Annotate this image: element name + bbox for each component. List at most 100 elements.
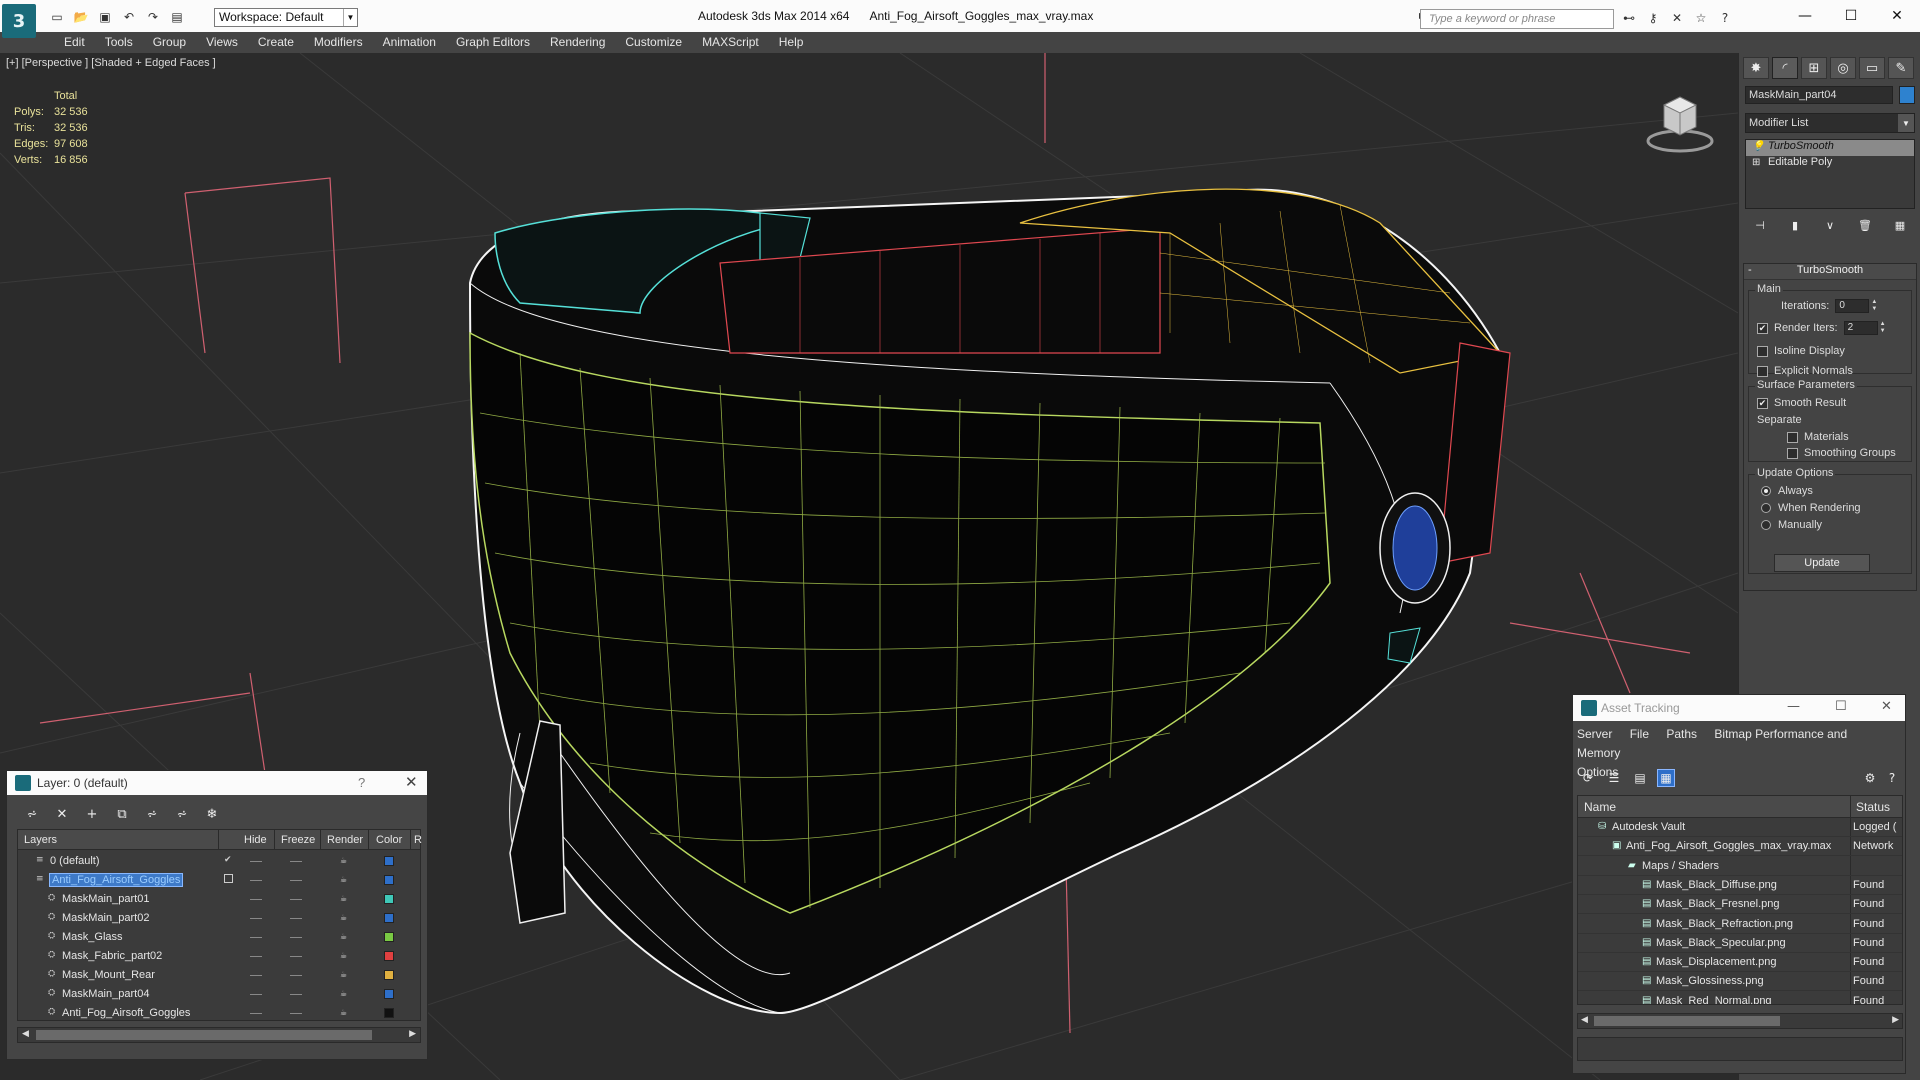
object-name-field[interactable]: MaskMain_part04	[1745, 86, 1893, 104]
freeze-toggle[interactable]	[290, 956, 302, 957]
scroll-left-icon[interactable]: ◀	[22, 1028, 29, 1039]
exchange-icon[interactable]: ✕	[1668, 10, 1686, 26]
menu-maxscript[interactable]: MAXScript	[692, 32, 769, 53]
pin-stack-icon[interactable]: ⊣	[1751, 216, 1769, 234]
create-layer-icon[interactable]: ⩫	[23, 805, 41, 823]
asset-row[interactable]: ▤ Mask_Displacement.png Found	[1578, 953, 1902, 973]
layer-color-swatch[interactable]	[384, 989, 394, 999]
menu-tools[interactable]: Tools	[95, 32, 143, 53]
render-iters-input[interactable]: 2	[1843, 321, 1878, 335]
layer-color-swatch[interactable]	[384, 1008, 394, 1018]
workspace-dropdown[interactable]: Workspace: Default ▼	[214, 8, 358, 27]
add-to-layer-icon[interactable]: +	[83, 805, 101, 823]
layer-name[interactable]: Anti_Fog_Airsoft_Goggles	[48, 873, 184, 887]
asset-menu-bitmap[interactable]: Bitmap Performance and Memory	[1577, 727, 1847, 760]
hide-toggle[interactable]	[250, 975, 262, 976]
column-render[interactable]: Render	[327, 834, 363, 846]
scrollbar-thumb[interactable]	[1594, 1016, 1780, 1026]
hide-toggle[interactable]	[250, 861, 262, 862]
explicit-normals-checkbox[interactable]	[1757, 365, 1768, 377]
layer-color-swatch[interactable]	[384, 913, 394, 923]
vault-options-icon[interactable]: ⚙	[1861, 769, 1879, 787]
spinner-icon[interactable]: ▲ ▼	[1880, 321, 1888, 335]
asset-name[interactable]: Mask_Black_Diffuse.png	[1656, 879, 1777, 891]
asset-dialog-titlebar[interactable]: Asset Tracking — ☐ ✕	[1573, 695, 1905, 721]
column-hide[interactable]: Hide	[244, 834, 267, 846]
close-icon[interactable]: ✕	[1881, 699, 1892, 714]
layer-color-swatch[interactable]	[384, 875, 394, 885]
column-r[interactable]: R	[414, 834, 422, 846]
render-teapot-icon[interactable]: ☕	[340, 894, 350, 903]
asset-row[interactable]: ▤ Mask_Black_Fresnel.png Found	[1578, 895, 1902, 915]
hide-toggle[interactable]	[250, 937, 262, 938]
render-teapot-icon[interactable]: ☕	[340, 970, 350, 979]
layer-row[interactable]: ⛭ Mask_Fabric_part02 ☕	[18, 947, 418, 966]
menu-graph-editors[interactable]: Graph Editors	[446, 32, 540, 53]
isoline-checkbox[interactable]	[1757, 345, 1768, 357]
asset-row[interactable]: ▤ Mask_Black_Diffuse.png Found	[1578, 876, 1902, 895]
asset-name[interactable]: Mask_Glossiness.png	[1656, 975, 1764, 987]
layer-name[interactable]: MaskMain_part02	[62, 912, 149, 924]
layer-row[interactable]: ≡ 0 (default) ✔ ☕	[18, 852, 418, 871]
render-teapot-icon[interactable]: ☕	[340, 1008, 350, 1017]
asset-name[interactable]: Mask_Black_Fresnel.png	[1656, 898, 1780, 910]
render-teapot-icon[interactable]: ☕	[340, 932, 350, 941]
asset-horizontal-scrollbar[interactable]: ◀ ▶	[1577, 1013, 1903, 1029]
object-color-swatch[interactable]	[1899, 86, 1915, 104]
render-teapot-icon[interactable]: ☕	[340, 951, 350, 960]
utilities-tab-icon[interactable]: ✎	[1888, 57, 1914, 79]
table-view-icon[interactable]: ▦	[1657, 769, 1675, 787]
maximize-icon[interactable]: ☐	[1835, 699, 1847, 714]
create-tab-icon[interactable]: ✸	[1743, 57, 1769, 79]
asset-menu-paths[interactable]: Paths	[1666, 727, 1697, 741]
column-name[interactable]: Name	[1584, 800, 1616, 814]
column-status[interactable]: Status	[1856, 800, 1890, 814]
new-file-icon[interactable]: ▭	[48, 9, 66, 25]
close-button[interactable]: ✕	[1874, 0, 1920, 32]
menu-create[interactable]: Create	[248, 32, 304, 53]
layer-color-swatch[interactable]	[384, 856, 394, 866]
menu-customize[interactable]: Customize	[615, 32, 692, 53]
freeze-all-icon[interactable]: ❄	[203, 805, 221, 823]
rollout-header[interactable]: - TurboSmooth	[1744, 264, 1916, 280]
stack-item-turbosmooth[interactable]: 💡 TurboSmooth	[1746, 140, 1914, 156]
scroll-left-icon[interactable]: ◀	[1581, 1014, 1588, 1025]
menu-rendering[interactable]: Rendering	[540, 32, 615, 53]
freeze-toggle[interactable]	[290, 1013, 302, 1014]
select-objects-icon[interactable]: ⧉	[113, 805, 131, 823]
layer-name[interactable]: MaskMain_part04	[62, 988, 149, 1000]
update-button[interactable]: Update	[1774, 554, 1870, 572]
hide-toggle[interactable]	[250, 994, 262, 995]
display-tab-icon[interactable]: ▭	[1859, 57, 1885, 79]
hide-toggle[interactable]	[250, 956, 262, 957]
asset-row[interactable]: ▰ Maps / Shaders	[1578, 857, 1902, 876]
menu-views[interactable]: Views	[196, 32, 248, 53]
freeze-toggle[interactable]	[290, 918, 302, 919]
open-file-icon[interactable]: 📂	[72, 9, 90, 25]
render-teapot-icon[interactable]: ☕	[340, 856, 350, 865]
always-radio[interactable]	[1761, 486, 1771, 496]
viewcube-icon[interactable]	[1640, 83, 1720, 163]
smoothing-groups-checkbox[interactable]	[1787, 447, 1798, 459]
layer-dialog-titlebar[interactable]: Layer: 0 (default) ? ✕	[7, 771, 427, 795]
motion-tab-icon[interactable]: ◎	[1830, 57, 1856, 79]
when-rendering-radio[interactable]	[1761, 503, 1771, 513]
menu-help[interactable]: Help	[769, 32, 814, 53]
binoculars-icon[interactable]: ⊷	[1620, 10, 1638, 26]
hide-toggle[interactable]	[250, 880, 262, 881]
remove-modifier-icon[interactable]: 🗑	[1856, 216, 1874, 234]
list-view-icon[interactable]: ☰	[1605, 769, 1623, 787]
render-iters-checkbox[interactable]: ✔	[1757, 322, 1768, 334]
layer-name[interactable]: MaskMain_part01	[62, 893, 149, 905]
iterations-input[interactable]: 0	[1835, 299, 1870, 313]
layer-row[interactable]: ≡ Anti_Fog_Airsoft_Goggles ☕	[18, 871, 418, 890]
menu-modifiers[interactable]: Modifiers	[304, 32, 373, 53]
hide-toggle[interactable]	[250, 899, 262, 900]
current-layer-box-icon[interactable]	[224, 874, 233, 883]
render-teapot-icon[interactable]: ☕	[340, 875, 350, 884]
show-end-result-icon[interactable]: ▮	[1786, 216, 1804, 234]
layer-row[interactable]: ⛭ Mask_Mount_Rear ☕	[18, 966, 418, 985]
layer-row[interactable]: ⛭ Anti_Fog_Airsoft_Goggles ☕	[18, 1004, 418, 1023]
freeze-toggle[interactable]	[290, 994, 302, 995]
menu-group[interactable]: Group	[143, 32, 196, 53]
